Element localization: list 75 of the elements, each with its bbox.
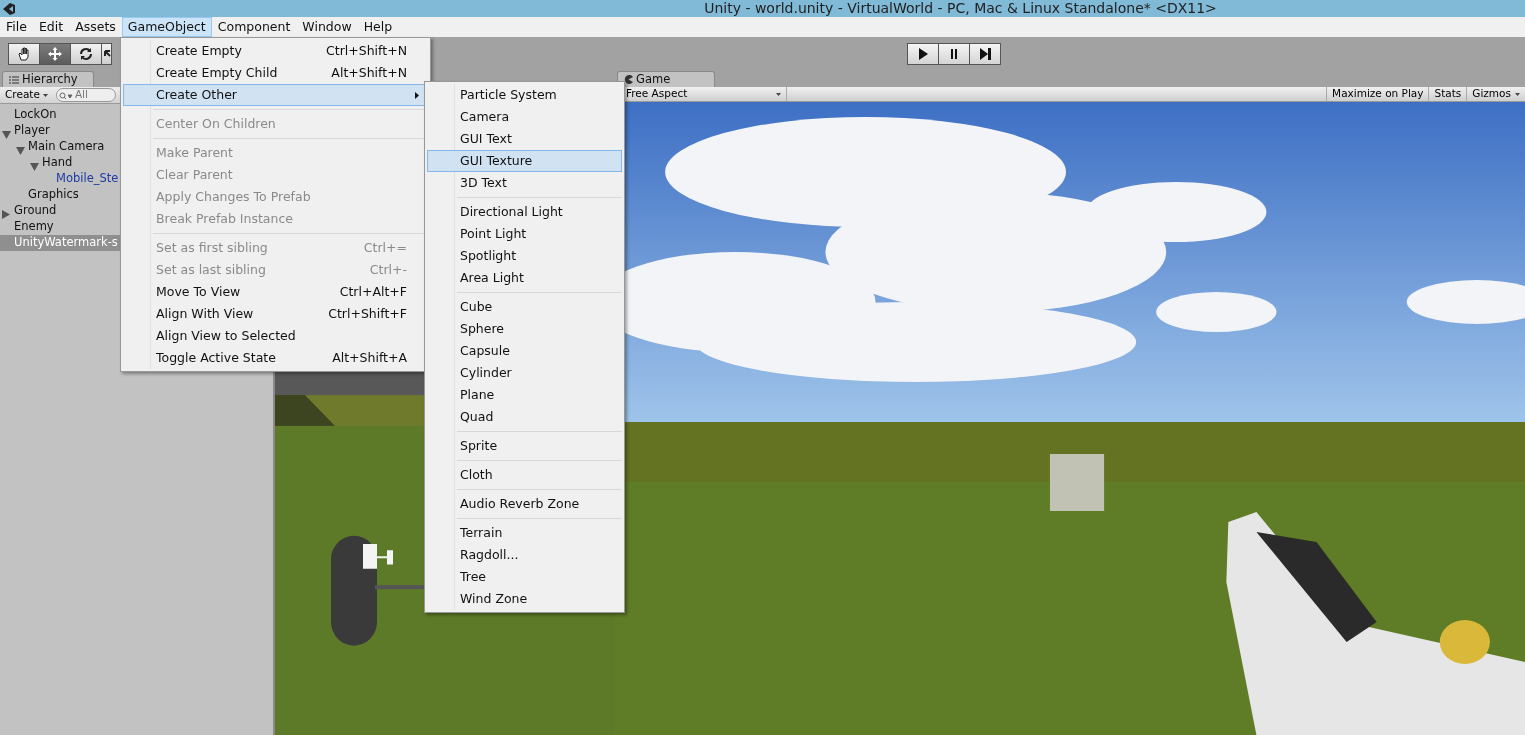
hierarchy-item[interactable]: Hand — [42, 154, 73, 172]
menu-item[interactable]: File — [0, 17, 33, 37]
menu-item[interactable]: Cylinder — [427, 362, 622, 384]
rotate-icon — [78, 45, 94, 62]
tool-button[interactable] — [70, 42, 102, 65]
move-arrows-icon — [47, 45, 63, 62]
menu-item[interactable]: Align With View Ctrl+Shift+F — [123, 303, 428, 325]
collapsed-arrow-icon[interactable] — [2, 210, 10, 219]
menu-item[interactable]: Cloth — [427, 464, 622, 486]
app-logo-icon — [2, 1, 16, 16]
hierarchy-item[interactable]: Mobile_Ste — [56, 170, 119, 188]
hierarchy-item[interactable]: Graphics — [28, 186, 79, 204]
menu-item[interactable]: GameObject — [121, 17, 212, 37]
menu-item[interactable]: Window — [296, 17, 358, 37]
menu-item[interactable]: Directional Light — [427, 201, 622, 223]
menu-item[interactable]: GUI Text — [427, 128, 622, 150]
tool-button[interactable] — [101, 42, 112, 65]
game-tab[interactable]: Game — [617, 71, 715, 87]
step-button[interactable] — [969, 43, 1001, 65]
play-button[interactable] — [907, 43, 939, 65]
menu-item[interactable]: Assets — [69, 17, 122, 37]
toolbar-button[interactable]: Stats — [1428, 87, 1467, 101]
hierarchy-item[interactable]: Enemy — [14, 218, 54, 236]
expanded-arrow-icon[interactable] — [16, 146, 25, 155]
list-icon — [9, 75, 19, 84]
menu-item[interactable]: Tree — [427, 566, 622, 588]
toolbar-button[interactable]: Maximize on Play — [1326, 87, 1429, 101]
menu-item[interactable]: GUI Texture — [427, 150, 622, 172]
menu-item[interactable]: Sphere — [427, 318, 622, 340]
tool-button[interactable] — [39, 42, 71, 65]
play-icon — [916, 47, 930, 61]
menu-item[interactable]: Move To View Ctrl+Alt+F — [123, 281, 428, 303]
menu-item[interactable]: Audio Reverb Zone — [427, 493, 622, 515]
tool-button[interactable] — [8, 42, 40, 65]
menu-item[interactable]: Sprite — [427, 435, 622, 457]
menu-item[interactable]: Cube — [427, 296, 622, 318]
menu-item[interactable]: Spotlight — [427, 245, 622, 267]
hierarchy-item[interactable]: LockOn — [14, 106, 57, 124]
expanded-arrow-icon[interactable] — [30, 162, 39, 171]
caret-icon — [1515, 92, 1520, 96]
hierarchy-item[interactable]: Ground — [14, 202, 57, 220]
hierarchy-tab[interactable]: Hierarchy — [2, 71, 94, 87]
search-field[interactable]: All — [55, 88, 116, 102]
menu-item[interactable]: 3D Text — [427, 172, 622, 194]
menu-item[interactable]: Wind Zone — [427, 588, 622, 610]
gizmos-dropdown[interactable]: Gizmos — [1466, 87, 1525, 101]
expanded-arrow-icon[interactable] — [2, 130, 11, 139]
caret-icon — [776, 92, 781, 96]
search-icon — [58, 92, 73, 100]
menu-item[interactable]: Component — [211, 17, 297, 37]
menu-item[interactable]: Create Empty Ctrl+Shift+N — [123, 40, 428, 62]
menu-item[interactable]: Capsule — [427, 340, 622, 362]
scale-icon — [104, 50, 111, 57]
menu-item[interactable]: Quad — [427, 406, 622, 428]
menu-item[interactable]: Particle System — [427, 84, 622, 106]
menu-item[interactable]: Create Empty Child Alt+Shift+N — [123, 62, 428, 84]
menu-item[interactable]: Camera — [427, 106, 622, 128]
menu-item[interactable]: Help — [357, 17, 399, 37]
hierarchy-item[interactable]: Player — [14, 122, 50, 140]
menu-item[interactable]: Point Light — [427, 223, 622, 245]
pause-button[interactable] — [938, 43, 970, 65]
menu-item[interactable]: Align View to Selected — [123, 325, 428, 347]
menu-item[interactable]: Toggle Active State Alt+Shift+A — [123, 347, 428, 369]
caret-icon — [42, 93, 48, 97]
step-icon — [978, 47, 992, 61]
menu-item[interactable]: Plane — [427, 384, 622, 406]
window-title: Unity - world.unity - VirtualWorld - PC, Mac & Linux Standalone* <DX11> — [703, 0, 1218, 17]
menu-item[interactable]: Terrain — [427, 522, 622, 544]
menu-item[interactable]: Edit — [32, 17, 70, 37]
create-dropdown[interactable]: Create — [3, 87, 50, 103]
menu-item[interactable]: Ragdoll... — [427, 544, 622, 566]
menu-item[interactable]: Area Light — [427, 267, 622, 289]
hierarchy-item[interactable]: Main Camera — [28, 138, 105, 156]
pacman-icon — [624, 75, 633, 84]
hand-icon — [16, 45, 32, 62]
